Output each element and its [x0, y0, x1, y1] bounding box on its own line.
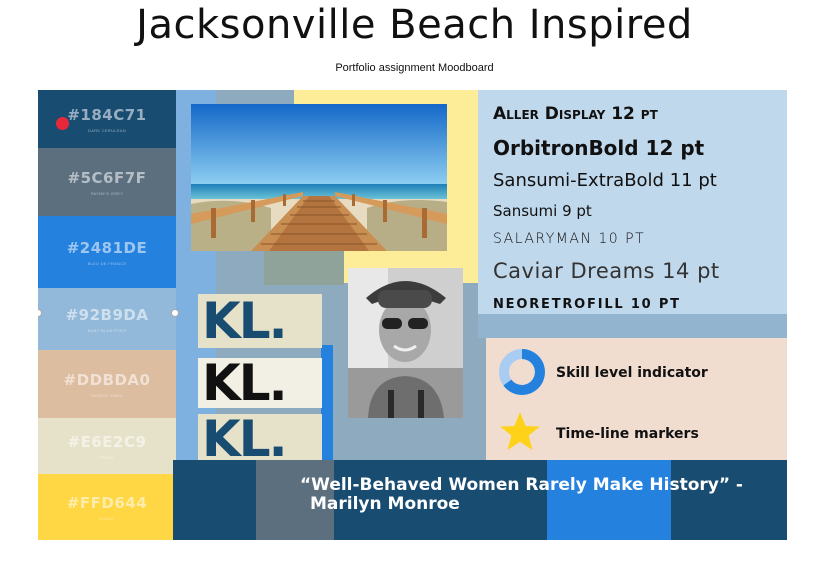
- font-sample-salaryman: SALARYMAN 10 PT: [493, 231, 646, 247]
- portrait-photo: [348, 268, 463, 418]
- beach-boardwalk-illustration: [191, 104, 447, 251]
- star-icon: [498, 410, 542, 454]
- portrait-illustration: [348, 268, 463, 418]
- palette-swatch-5: #DDBDA0 DESERT SAND: [38, 350, 176, 418]
- swatch-hex-label: #E6E2C9: [67, 432, 147, 451]
- logo-tile-2: KL.: [198, 358, 322, 408]
- bg-block-blue-strip: [321, 345, 333, 465]
- logo-tile-3: KL.: [198, 414, 322, 464]
- donut-chart-icon: [498, 348, 546, 396]
- swatch-hex-label: #184C71: [67, 105, 147, 124]
- swatch-hex-label: #92B9DA: [65, 305, 149, 324]
- swatch-hex-label: #5C6F7F: [67, 168, 147, 187]
- kl-logo-3: KL.: [202, 414, 288, 464]
- legend-timeline-label: Time-line markers: [556, 426, 699, 442]
- palette-swatch-6: #E6E2C9 PEARL: [38, 418, 176, 474]
- page-title: Jacksonville Beach Inspired: [136, 2, 693, 48]
- font-sample-orbitron: OrbitronBold 12 pt: [493, 136, 705, 160]
- resize-handle-right[interactable]: [171, 309, 179, 317]
- legend-skill-label: Skill level indicator: [556, 365, 708, 381]
- moodboard-canvas[interactable]: #184C71 DARK CERULEAN #5C6F7F PAYNE'S GREY #…: [38, 90, 787, 540]
- swatch-color-name: BLEU DE FRANCE: [87, 260, 127, 266]
- swatch-color-name: PEARL: [99, 454, 115, 460]
- palette-swatch-7: #FFD644 SUNNY: [38, 474, 176, 540]
- font-sample-sansumi: Sansumi 9 pt: [493, 202, 592, 220]
- swatch-color-name: BABY BLUE EYES: [87, 327, 127, 333]
- palette-swatch-4: #92B9DA BABY BLUE EYES: [38, 288, 176, 350]
- kl-logo-1: KL.: [202, 294, 288, 348]
- font-sample-sansumi-extrabold: Sansumi-ExtraBold 11 pt: [493, 170, 717, 191]
- font-sample-aller: Aller Display 12 pt: [493, 104, 658, 124]
- beach-boardwalk-photo: [191, 104, 447, 251]
- kl-logo-2: KL.: [202, 358, 288, 408]
- logo-tile-1: KL.: [198, 294, 322, 348]
- swatch-hex-label: #DDBDA0: [63, 370, 151, 389]
- font-sample-caviar: Caviar Dreams 14 pt: [493, 259, 720, 283]
- palette-swatch-2: #5C6F7F PAYNE'S GREY: [38, 148, 176, 216]
- bg-block-midblue: [478, 314, 787, 338]
- quote-line-1: “Well-Behaved Women Rarely Make History”…: [300, 475, 743, 495]
- swatch-hex-label: #2481DE: [66, 238, 148, 257]
- swatch-color-name: PAYNE'S GREY: [90, 190, 124, 196]
- page-subtitle: Portfolio assignment Moodboard: [335, 62, 494, 74]
- palette-swatch-3: #2481DE BLEU DE FRANCE: [38, 216, 176, 288]
- quote-line-2: Marilyn Monroe: [310, 494, 460, 514]
- swatch-color-name: DESERT SAND: [91, 392, 123, 398]
- font-sample-neoretrofill: NEORETROFILL 10 PT: [493, 297, 681, 312]
- swatch-color-name: DARK CERULEAN: [88, 127, 126, 133]
- quote-text: “Well-Behaved Women Rarely Make History”…: [300, 476, 770, 514]
- swatch-color-name: SUNNY: [99, 515, 115, 521]
- red-dot-icon[interactable]: [56, 117, 69, 130]
- swatch-hex-label: #FFD644: [66, 493, 148, 512]
